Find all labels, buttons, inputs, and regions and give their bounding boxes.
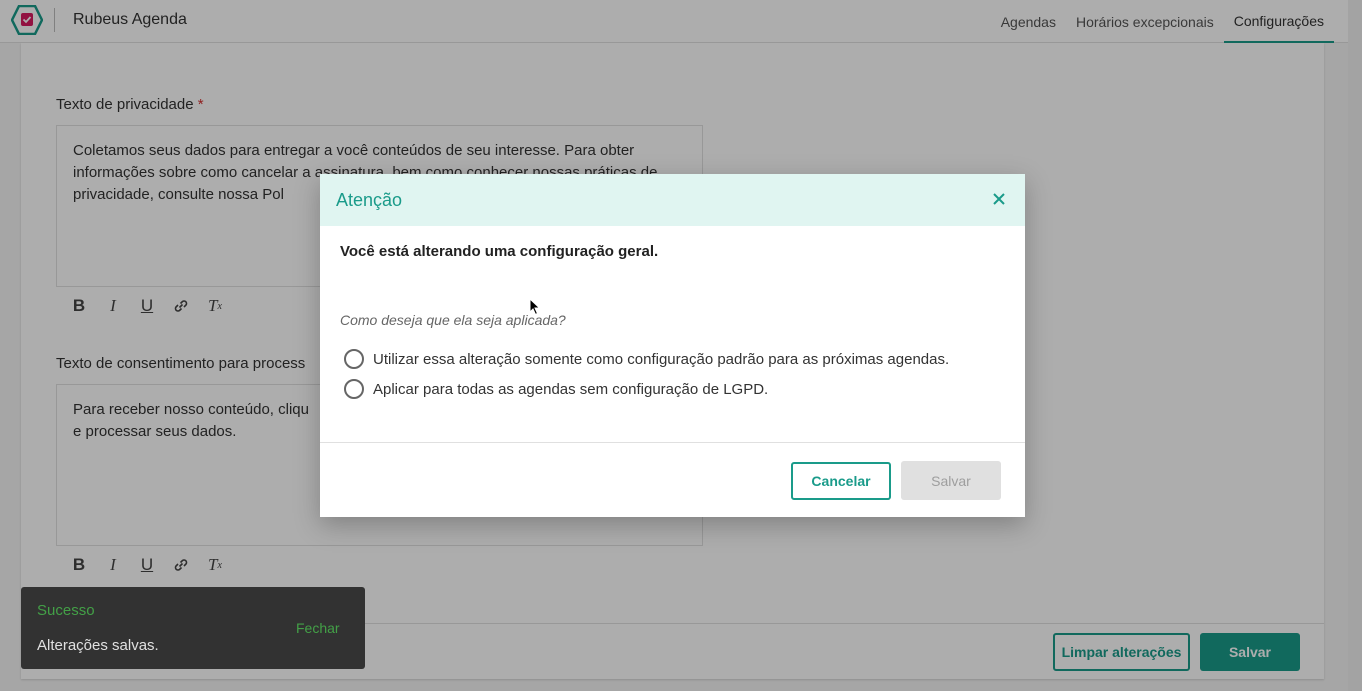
close-icon[interactable] [991,191,1007,207]
toast-close-button[interactable]: Fechar [296,620,340,636]
attention-dialog: Atenção Você está alterando uma configur… [320,174,1025,517]
toast-title: Sucesso [37,602,95,619]
option-default-only[interactable]: Utilizar essa alteração somente como con… [344,349,949,369]
mouse-cursor-icon [529,298,541,316]
option-label: Aplicar para todas as agendas sem config… [373,380,769,398]
radio-button[interactable] [344,349,364,369]
option-apply-all[interactable]: Aplicar para todas as agendas sem config… [344,379,768,399]
radio-button[interactable] [344,379,364,399]
dialog-footer-divider [320,442,1025,443]
dialog-save-button[interactable]: Salvar [901,461,1001,500]
option-label: Utilizar essa alteração somente como con… [373,350,950,368]
dialog-header: Atenção [320,174,1025,226]
success-toast: Sucesso Alterações salvas. Fechar [21,587,365,669]
dialog-title: Atenção [336,190,403,210]
toast-message: Alterações salvas. [37,637,159,654]
cancel-button[interactable]: Cancelar [791,462,891,500]
dialog-warning-text: Você está alterando uma configuração ger… [340,243,659,260]
